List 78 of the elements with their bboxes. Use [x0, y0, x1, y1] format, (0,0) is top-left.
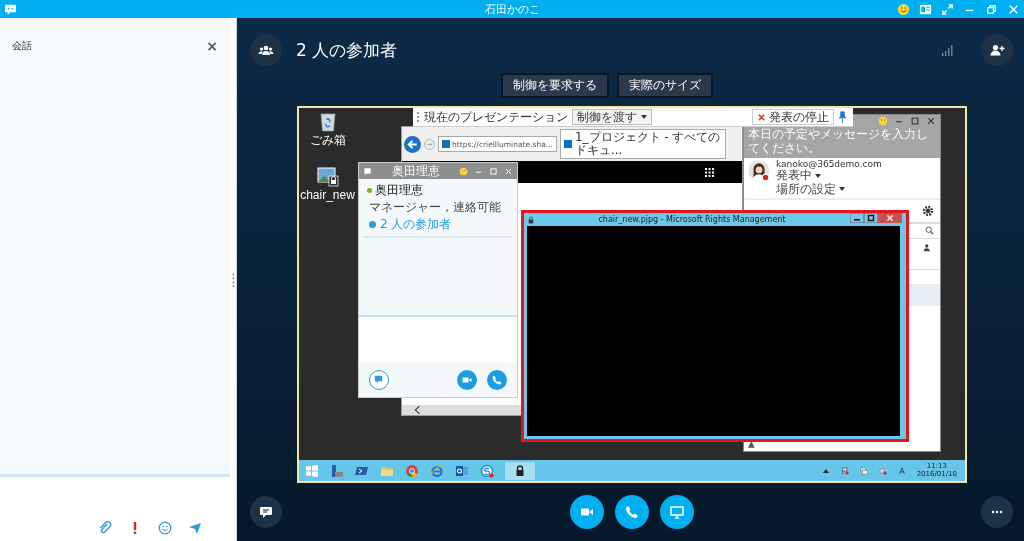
desktop-icon-label: chair_new: [300, 188, 355, 202]
desktop-icon-label: ごみ箱: [309, 132, 346, 149]
chrome-icon[interactable]: [405, 463, 419, 478]
server-icon[interactable]: [330, 463, 344, 478]
close-button[interactable]: ×: [206, 39, 218, 53]
browser-tab[interactable]: 1_プロジェクト - すべてのドキュ...: [559, 128, 726, 160]
add-participant-button[interactable]: [981, 34, 1013, 66]
share-control-button[interactable]: 制御を要求する: [500, 73, 609, 98]
lock-icon: [528, 215, 534, 224]
browser-e-icon[interactable]: [430, 463, 444, 478]
splitter-grip-icon[interactable]: [231, 272, 235, 287]
smiley-icon[interactable]: [878, 116, 888, 126]
caret-icon: [839, 187, 845, 192]
app-grid-icon[interactable]: [705, 167, 714, 177]
settings-icon[interactable]: [922, 204, 934, 217]
phone-icon: [491, 374, 503, 386]
input-method-icon[interactable]: [897, 466, 906, 475]
account-name: kanoko@365demo.com: [776, 159, 882, 170]
image-file-icon[interactable]: [316, 166, 339, 188]
add-person-icon: [989, 42, 1005, 58]
smiley-icon[interactable]: [897, 2, 910, 16]
expand-icon[interactable]: [941, 2, 954, 16]
speaker-icon[interactable]: [878, 466, 887, 475]
window-title: chair_new.pjpg - Microsoft Rights Management: [597, 215, 787, 224]
presence-dot-icon: [367, 188, 372, 193]
window-title: 奥田理恵: [390, 162, 441, 180]
caret-icon: [641, 115, 647, 119]
signal-icon: [941, 44, 953, 56]
presence-status[interactable]: 発表中: [776, 169, 882, 183]
avatar-icon: [748, 159, 770, 182]
windows-logo-icon[interactable]: [305, 463, 319, 478]
skype-icon[interactable]: [480, 463, 494, 478]
close-icon[interactable]: [878, 213, 902, 223]
outlook-icon[interactable]: [455, 463, 469, 478]
smiley-icon[interactable]: [158, 521, 172, 535]
close-icon[interactable]: [1007, 2, 1020, 16]
monitor-icon: [668, 504, 685, 520]
lock-app-icon[interactable]: [505, 461, 535, 480]
paperclip-icon[interactable]: [98, 521, 112, 535]
add-contact-icon[interactable]: [923, 242, 932, 252]
close-icon: [757, 112, 766, 122]
chat-button[interactable]: [250, 496, 282, 528]
presentation-label: 現在のプレゼンテーション: [424, 108, 568, 126]
flag-icon[interactable]: [840, 466, 849, 475]
chat-bubble-icon: [363, 166, 372, 176]
restore-icon[interactable]: [985, 2, 998, 16]
meeting-title: 2 人の参加者: [296, 38, 398, 62]
pin-icon[interactable]: [838, 111, 847, 123]
caret-icon: [815, 174, 821, 179]
back-icon[interactable]: [404, 135, 421, 153]
more-options-button[interactable]: [981, 496, 1013, 528]
maximize-icon[interactable]: [864, 213, 878, 223]
give-control-dropdown[interactable]: 制御を渡す: [572, 109, 652, 125]
maximize-icon[interactable]: [910, 116, 920, 126]
video-button[interactable]: [569, 495, 604, 529]
phone-icon: [623, 504, 640, 520]
close-icon[interactable]: [926, 116, 936, 126]
forward-icon[interactable]: [424, 138, 435, 150]
selected-list-row[interactable]: [908, 283, 940, 306]
contact-name: 奥田理恵: [375, 182, 423, 199]
stop-presenting-button[interactable]: 発表の停止: [752, 109, 834, 125]
search-icon[interactable]: [925, 226, 934, 236]
chat-bubble-icon: [258, 504, 274, 520]
share-screen-button[interactable]: [659, 495, 694, 529]
panel-title: 会話: [12, 39, 32, 53]
message-input[interactable]: [359, 315, 517, 363]
share-control-button[interactable]: 実際のサイズ: [616, 73, 713, 98]
network-icon[interactable]: [859, 466, 868, 475]
contact-card-icon[interactable]: [919, 2, 932, 16]
call-button[interactable]: [614, 495, 649, 529]
contact-status: マネージャー，連絡可能: [369, 199, 502, 216]
send-icon[interactable]: [188, 521, 202, 535]
window-title: 石田かのこ: [484, 1, 540, 17]
minimize-icon[interactable]: [850, 213, 864, 223]
chat-bubble-icon: [373, 374, 384, 385]
smiley-icon[interactable]: [459, 166, 468, 176]
location-setting[interactable]: 場所の設定: [776, 182, 882, 196]
participants-button[interactable]: [250, 34, 282, 66]
